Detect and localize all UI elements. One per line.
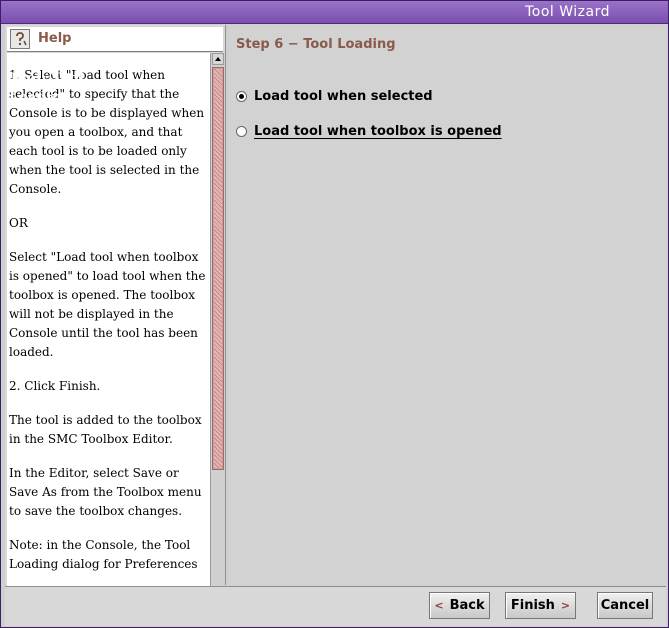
radio-load-when-opened[interactable]: Load tool when toolbox is opened	[236, 124, 502, 139]
help-text: Tool: Tool Loading 1. Select "Load tool …	[9, 66, 207, 589]
scroll-up-button[interactable]	[212, 53, 224, 65]
help-header: Help	[7, 27, 223, 52]
help-label: Help	[38, 31, 72, 46]
finish-arrow-icon: >	[560, 599, 571, 612]
radio-label-load-when-selected: Load tool when selected	[254, 89, 433, 104]
step-title: Step 6 − Tool Loading	[236, 37, 396, 52]
radio-load-when-selected[interactable]: Load tool when selected	[236, 89, 433, 104]
cancel-button[interactable]: Cancel	[597, 592, 653, 619]
help-paragraph-5: The tool is added to the toolbox in the …	[9, 413, 202, 446]
help-question-icon[interactable]	[10, 29, 30, 49]
scroll-thumb[interactable]	[212, 67, 224, 470]
help-paragraph-7: Note: in the Console, the Tool Loading d…	[9, 538, 198, 571]
help-panel: Help Tool: Tool Loading 1. Select "Load …	[5, 25, 226, 605]
finish-button[interactable]: Finish >	[505, 592, 576, 619]
finish-label: Finish	[510, 598, 555, 613]
radio-dot-selected[interactable]	[236, 91, 247, 102]
main-panel: Step 6 − Tool Loading Load tool when sel…	[229, 25, 666, 585]
tool-wizard-window: Tool Wizard Help Tool: Tool Loading 1. S…	[0, 0, 669, 628]
title-bar[interactable]: Tool Wizard	[1, 1, 668, 24]
help-scrollbar[interactable]	[210, 53, 225, 605]
help-title: Tool: Tool Loading	[9, 71, 85, 105]
back-button[interactable]: < Back	[429, 592, 490, 619]
radio-dot-unselected[interactable]	[236, 126, 247, 137]
help-paragraph-3: Select "Load tool when toolbox is opened…	[9, 250, 206, 359]
back-arrow-icon: <	[434, 599, 444, 612]
help-paragraph-4: 2. Click Finish.	[9, 379, 101, 393]
wizard-footer: < Back Finish > Cancel	[5, 586, 666, 626]
help-paragraph-2: OR	[9, 216, 28, 230]
help-paragraph-6: In the Editor, select Save or Save As fr…	[9, 466, 202, 518]
cancel-label: Cancel	[600, 598, 650, 613]
back-label: Back	[449, 598, 485, 613]
radio-label-load-when-opened: Load tool when toolbox is opened	[254, 124, 502, 139]
help-content: Tool: Tool Loading 1. Select "Load tool …	[7, 53, 210, 605]
window-title: Tool Wizard	[525, 4, 610, 20]
